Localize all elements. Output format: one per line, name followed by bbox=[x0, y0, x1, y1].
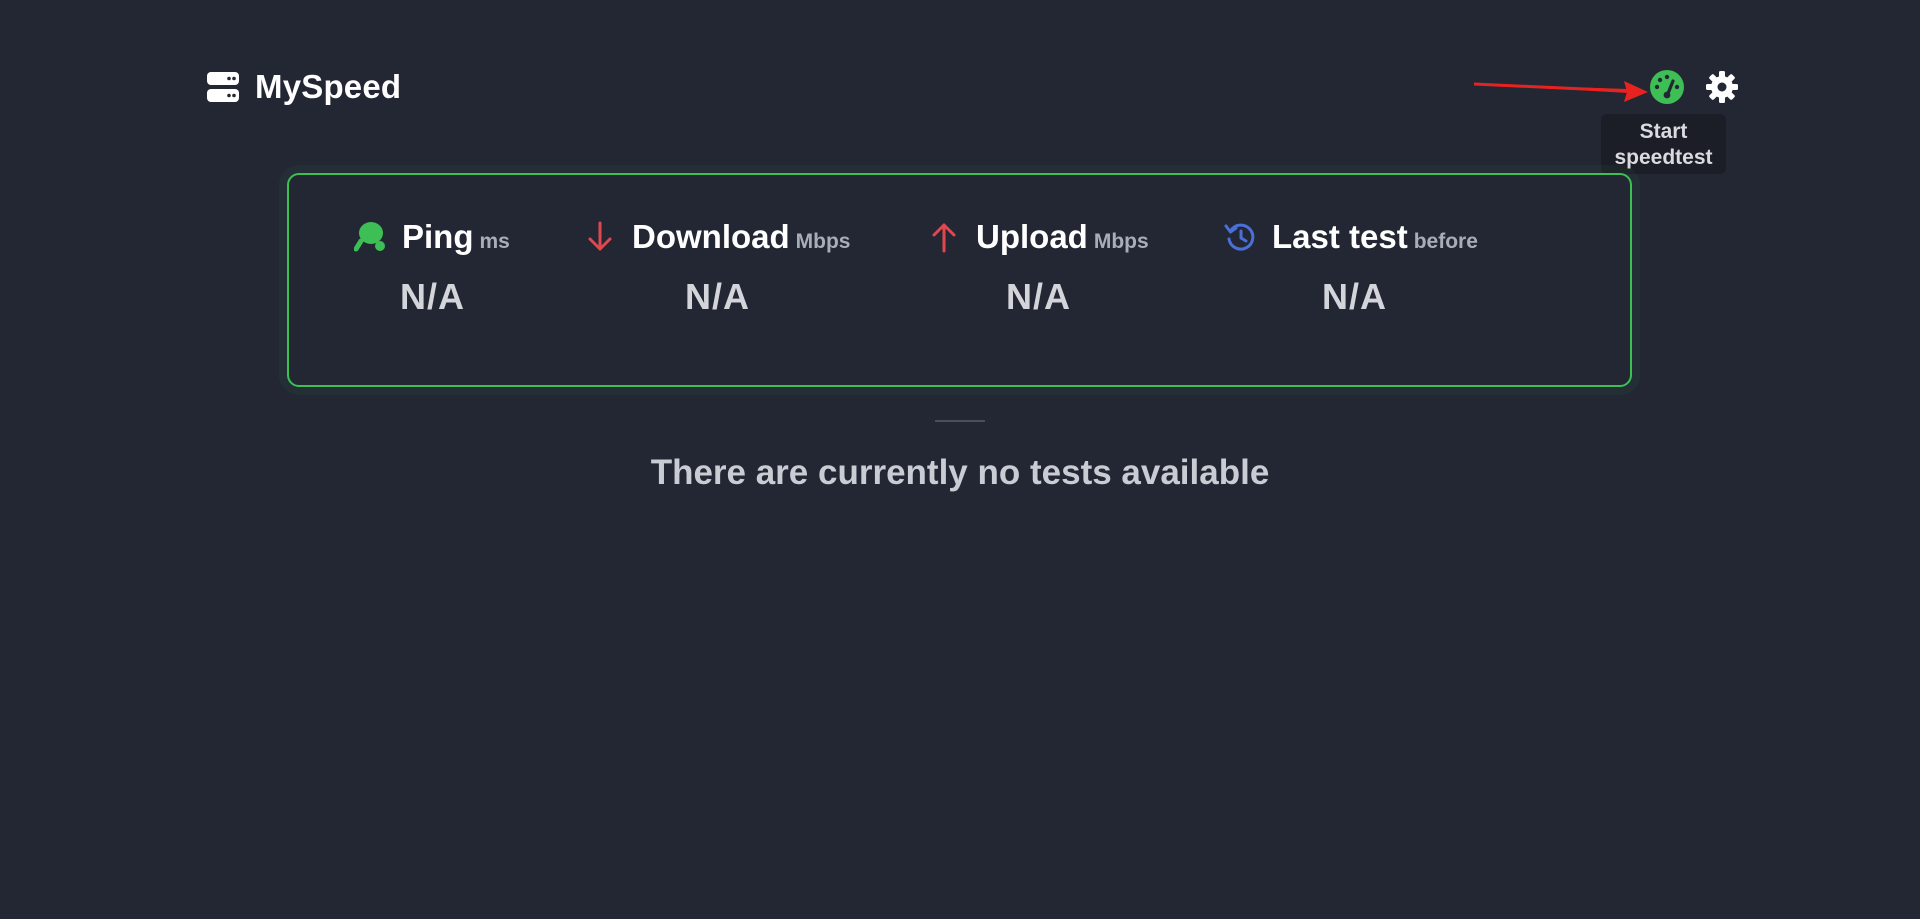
speedometer-icon bbox=[1650, 70, 1684, 104]
tooltip-line-1: Start bbox=[1639, 120, 1688, 143]
divider bbox=[935, 420, 985, 422]
speedtest-stats-card: Ping ms N/A Download Mbps N/A Upload Mbp… bbox=[287, 173, 1632, 387]
page: MySpeed Start speedtest Ping ms N/A Down… bbox=[0, 0, 1920, 919]
start-speedtest-button[interactable] bbox=[1650, 70, 1684, 104]
stat-last-test-title: Last test bbox=[1272, 218, 1408, 255]
server-icon bbox=[207, 72, 239, 102]
gear-icon bbox=[1706, 71, 1738, 103]
stat-download-unit: Mbps bbox=[795, 230, 851, 253]
app-logo[interactable]: MySpeed bbox=[207, 68, 401, 106]
stat-download: Download Mbps N/A bbox=[584, 218, 851, 317]
stat-download-title: Download bbox=[632, 218, 790, 255]
stat-upload-unit: Mbps bbox=[1093, 230, 1149, 253]
empty-state-message: There are currently no tests available bbox=[650, 453, 1270, 492]
history-icon bbox=[1224, 223, 1255, 251]
start-speedtest-tooltip: Start speedtest bbox=[1601, 114, 1726, 174]
ping-pong-icon bbox=[354, 222, 385, 252]
stat-last-test-value: N/A bbox=[1322, 276, 1387, 317]
app-title: MySpeed bbox=[255, 68, 402, 105]
stat-ping: Ping ms N/A bbox=[354, 218, 510, 317]
stat-ping-value: N/A bbox=[400, 276, 465, 317]
stat-upload-title: Upload bbox=[976, 218, 1088, 255]
stat-last-test: Last test before N/A bbox=[1224, 218, 1478, 317]
arrow-up-icon bbox=[932, 223, 956, 253]
settings-button[interactable] bbox=[1705, 70, 1739, 104]
stat-ping-title: Ping bbox=[402, 218, 474, 255]
stat-download-value: N/A bbox=[685, 276, 750, 317]
arrow-down-icon bbox=[588, 221, 612, 251]
stat-upload: Upload Mbps N/A bbox=[928, 218, 1149, 317]
annotation-arrow bbox=[1473, 81, 1648, 102]
stat-upload-value: N/A bbox=[1006, 276, 1071, 317]
tooltip-line-2: speedtest bbox=[1614, 146, 1713, 169]
stat-ping-unit: ms bbox=[479, 230, 510, 253]
stat-last-test-unit: before bbox=[1413, 230, 1478, 253]
